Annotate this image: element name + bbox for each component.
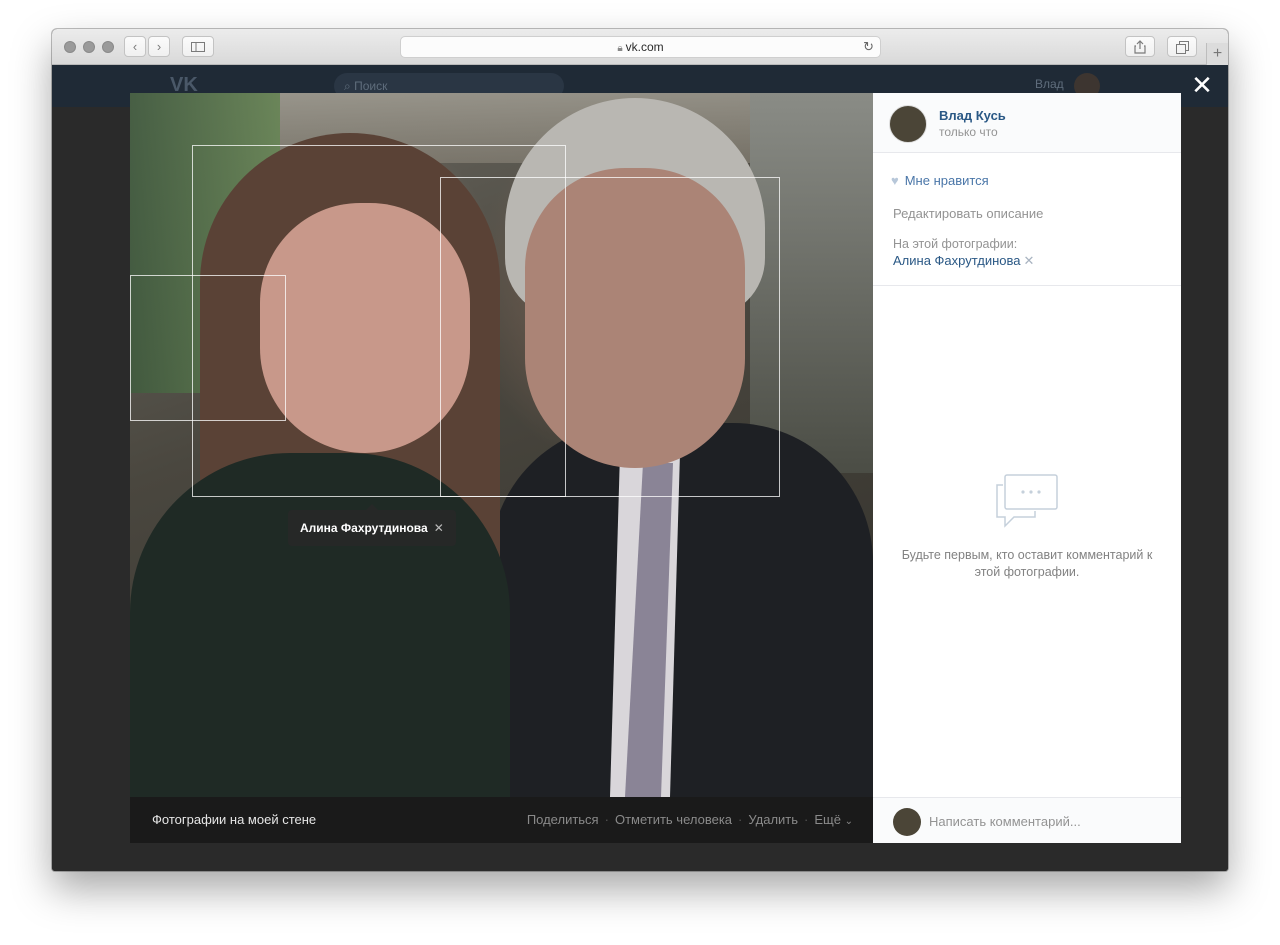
photo-bottom-bar: Фотографии на моей стене Поделиться · Отме… <box>130 797 873 843</box>
comments-icon <box>996 474 1058 528</box>
close-icon[interactable]: ✕ <box>1190 72 1214 98</box>
post-time[interactable]: только что <box>939 125 998 139</box>
plus-icon[interactable]: + <box>1206 43 1228 65</box>
delete-action[interactable]: Удалить <box>748 812 798 827</box>
sidebar-icon[interactable] <box>182 36 214 57</box>
empty-comments-text: Будьте первым, кто оставит комментарий к… <box>901 548 1153 579</box>
author-name[interactable]: Влад Кусь <box>939 108 1006 123</box>
window-close-button[interactable] <box>64 41 76 53</box>
share-action[interactable]: Поделиться <box>527 812 599 827</box>
chevron-down-icon: ⌄ <box>844 816 853 827</box>
more-label: Ещё <box>814 812 841 827</box>
heart-icon: ♥ <box>891 173 899 188</box>
lock-icon: 🔒︎ <box>617 43 623 54</box>
address-bar[interactable]: 🔒︎ vk.com ↻ <box>400 36 881 58</box>
face-box[interactable] <box>130 275 286 421</box>
separator-dot: · <box>804 812 809 827</box>
divider <box>873 285 1181 286</box>
separator-dot: · <box>604 812 609 827</box>
window-zoom-button[interactable] <box>102 41 114 53</box>
photo-tag-remove-icon[interactable]: ✕ <box>434 521 444 535</box>
tabs-icon[interactable] <box>1167 36 1197 57</box>
like-button[interactable]: ♥ Мне нравится <box>891 173 989 188</box>
tagged-person-link[interactable]: Алина Фахрутдинова <box>893 253 1021 268</box>
reload-icon[interactable]: ↻ <box>863 37 874 57</box>
window-minimize-button[interactable] <box>83 41 95 53</box>
photo-person-dress <box>130 453 510 797</box>
tag-person-action[interactable]: Отметить человека <box>615 812 732 827</box>
chevron-right-icon[interactable]: › <box>148 36 170 57</box>
browser-window: ‹ › 🔒︎ vk.com ↻ + VK ⌕ Поиск Влад ✕ Алин… <box>52 29 1228 871</box>
edit-description-link[interactable]: Редактировать описание <box>893 206 1043 221</box>
photo-actions: Поделиться · Отметить человека · Удалить · Ещё… <box>527 797 853 845</box>
chevron-left-icon[interactable]: ‹ <box>124 36 146 57</box>
photo-tag-tooltip[interactable]: Алина Фахрутдинова ✕ <box>288 504 456 546</box>
vk-search-placeholder: Поиск <box>354 79 388 93</box>
remove-tag-icon[interactable]: ✕ <box>1024 253 1035 268</box>
comment-bar <box>873 797 1181 844</box>
photo[interactable]: Алина Фахрутдинова ✕ <box>130 93 873 797</box>
tagged-person: Алина Фахрутдинова ✕ <box>893 253 1034 269</box>
author-block: Влад Кусь только что <box>873 93 1181 153</box>
photo-side-panel: Влад Кусь только что ♥ Мне нравится Редак… <box>873 93 1181 844</box>
more-action[interactable]: Ещё ⌄ <box>814 812 853 827</box>
face-box[interactable] <box>440 177 780 497</box>
avatar <box>893 808 921 836</box>
like-label: Мне нравится <box>904 173 989 188</box>
on-photo-label: На этой фотографии: <box>893 237 1018 251</box>
photo-tag-name: Алина Фахрутдинова <box>300 521 428 535</box>
browser-toolbar: ‹ › 🔒︎ vk.com ↻ + <box>52 29 1228 65</box>
comment-input[interactable] <box>929 798 1169 844</box>
url-text: vk.com <box>625 40 664 54</box>
photo-viewer: Алина Фахрутдинова ✕ Фотографии на моей с… <box>130 93 1181 844</box>
share-icon[interactable] <box>1125 36 1155 57</box>
album-link[interactable]: Фотографии на моей стене <box>152 797 316 843</box>
separator-dot: · <box>738 812 743 827</box>
avatar[interactable] <box>889 105 927 143</box>
vk-user-name[interactable]: Влад <box>1035 77 1064 91</box>
